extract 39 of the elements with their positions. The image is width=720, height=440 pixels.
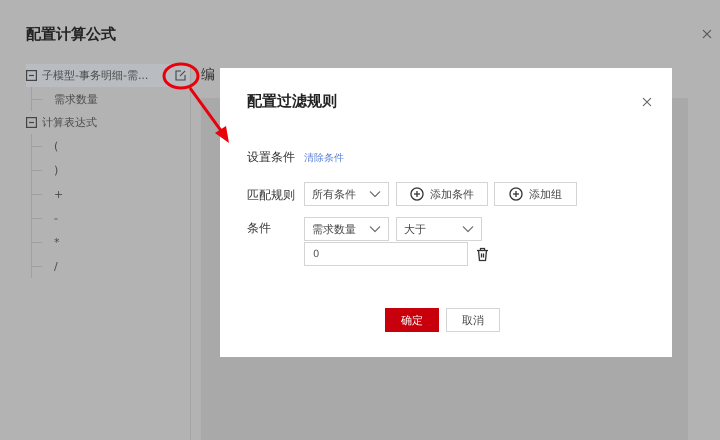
dialog-title: 配置过滤规则 xyxy=(247,92,337,111)
collapse-icon[interactable] xyxy=(26,117,37,128)
add-button[interactable]: 添加条件 xyxy=(396,182,488,206)
collapse-icon[interactable] xyxy=(26,70,37,81)
annotation-circle xyxy=(162,62,200,90)
tree-leaf[interactable]: / xyxy=(54,260,58,272)
clear-link[interactable]: 清除条件 xyxy=(304,150,344,164)
editor-label: 编 xyxy=(201,66,216,85)
value-field[interactable]: 0 xyxy=(304,242,468,266)
close-icon[interactable] xyxy=(642,96,652,106)
tree-leaf[interactable]: - xyxy=(54,212,58,224)
edit-icon[interactable] xyxy=(175,70,186,81)
tree-node-label: 子模型-事务明细-需... xyxy=(42,68,150,83)
cancel-button[interactable]: 取消 xyxy=(446,308,500,332)
trash-icon[interactable] xyxy=(476,246,489,262)
annotation-arrow xyxy=(188,87,229,143)
tree-leaf[interactable]: + xyxy=(54,188,64,200)
confirm-button[interactable]: 确定 xyxy=(385,308,439,332)
tree-node-label: 计算表达式 xyxy=(42,115,98,130)
tree-leaf[interactable]: ) xyxy=(54,164,58,176)
chevron-icon xyxy=(369,225,381,233)
close-icon[interactable] xyxy=(702,29,712,39)
plus-circle-icon xyxy=(410,187,424,201)
operator-dropdown[interactable]: 大于 xyxy=(396,217,482,241)
match-dropdown[interactable]: 所有条件 xyxy=(304,182,389,206)
field-label: 条件 xyxy=(247,220,272,237)
field-dropdown[interactable]: 需求数量 xyxy=(304,217,389,241)
section-label: 设置条件 xyxy=(247,149,295,166)
tree-node[interactable]: 计算表达式 xyxy=(26,111,190,134)
chevron-icon xyxy=(462,225,474,233)
tree-leaf[interactable]: ( xyxy=(54,140,58,152)
chevron-icon xyxy=(369,190,381,198)
tree-leaf[interactable]: 需求数量 xyxy=(54,92,98,106)
tree-leaf[interactable]: * xyxy=(54,236,60,248)
field-label: 匹配规则 xyxy=(247,187,296,204)
tree-node[interactable]: 子模型-事务明细-需... xyxy=(26,64,190,87)
plus-circle-icon xyxy=(509,187,523,201)
add-button[interactable]: 添加组 xyxy=(494,182,577,206)
page-title: 配置计算公式 xyxy=(26,24,116,44)
